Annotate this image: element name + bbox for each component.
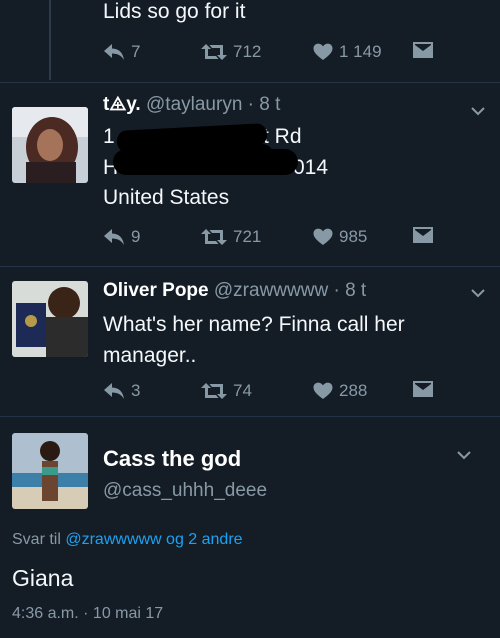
display-name[interactable]: t⨹y.	[103, 94, 141, 115]
reply-prefix: Svar til	[12, 531, 61, 548]
like-button[interactable]: 985	[313, 227, 367, 247]
like-count: 985	[339, 227, 368, 246]
avatar[interactable]	[12, 107, 88, 183]
retweet-icon	[201, 229, 227, 245]
reply-button[interactable]: 7	[103, 42, 140, 62]
display-name[interactable]: Oliver Pope	[103, 280, 209, 301]
tweet-text: Lids so go for it	[103, 0, 246, 23]
heart-icon	[313, 228, 333, 245]
reply-count: 9	[131, 227, 141, 246]
retweet-icon	[201, 44, 227, 60]
reply-icon	[104, 383, 124, 399]
tweet-header: Oliver Pope @zrawwwww · 8 t	[103, 279, 366, 303]
direct-message-button[interactable]	[413, 42, 433, 58]
chevron-down-icon[interactable]	[470, 285, 486, 301]
avatar[interactable]	[12, 433, 88, 509]
username[interactable]: @zrawwwww	[214, 280, 328, 301]
retweet-count: 721	[233, 227, 262, 246]
like-count: 1 149	[339, 42, 382, 61]
tweet-time: · 8 t	[247, 94, 281, 115]
tweet-oliver-pope[interactable]: Oliver Pope @zrawwwww · 8 t What's her n…	[0, 266, 500, 417]
heart-icon	[313, 43, 333, 60]
tweet-text: 1 t Rd H 014	[103, 121, 483, 183]
tweet-text: Giana	[12, 565, 74, 591]
direct-message-button[interactable]	[413, 227, 433, 243]
retweet-count: 74	[233, 381, 252, 400]
reply-count: 3	[131, 381, 141, 400]
heart-icon	[313, 382, 333, 399]
like-count: 288	[339, 381, 368, 400]
direct-message-button[interactable]	[413, 381, 433, 397]
display-name[interactable]: Cass the god	[103, 447, 241, 471]
tweet-text: United States	[103, 186, 230, 209]
tweet-header: t⨹y. @taylauryn · 8 t	[103, 93, 280, 117]
reply-context: Svar til @zrawwwww og 2 andre	[12, 531, 243, 549]
tweet-actions: 7 712 1 149	[103, 42, 443, 66]
retweet-icon	[201, 383, 227, 399]
chevron-down-icon[interactable]	[470, 103, 486, 119]
chevron-down-icon[interactable]	[456, 447, 472, 463]
like-button[interactable]: 288	[313, 381, 367, 401]
like-button[interactable]: 1 149	[313, 42, 382, 62]
address-fragment: 1	[103, 125, 115, 148]
envelope-icon	[413, 381, 433, 397]
reply-button[interactable]: 3	[103, 381, 140, 401]
retweet-button[interactable]: 721	[201, 227, 261, 247]
tweet-taylauryn[interactable]: t⨹y. @taylauryn · 8 t 1 t Rd H 014 Unite…	[0, 82, 500, 267]
username[interactable]: @taylauryn	[146, 94, 242, 115]
reply-button[interactable]: 9	[103, 227, 140, 247]
tweet-time: · 8 t	[333, 280, 367, 301]
tweet-cass-focused[interactable]: Cass the god @cass_uhhh_deee Svar til @z…	[0, 416, 500, 638]
envelope-icon	[413, 227, 433, 243]
envelope-icon	[413, 42, 433, 58]
thread-line	[49, 0, 51, 80]
reply-icon	[104, 44, 124, 60]
retweet-button[interactable]: 74	[201, 381, 252, 401]
retweet-count: 712	[233, 42, 262, 61]
tweet-actions: 3 74 288	[103, 381, 443, 405]
tweet-timestamp[interactable]: 4:36 a.m. · 10 mai 17	[12, 605, 163, 623]
reply-icon	[104, 229, 124, 245]
retweet-button[interactable]: 712	[201, 42, 261, 62]
reply-count: 7	[131, 42, 141, 61]
tweet-text: What's her name? Finna call her manager.…	[103, 313, 405, 367]
username[interactable]: @cass_uhhh_deee	[103, 479, 267, 503]
reply-recipients-link[interactable]: @zrawwwww og 2 andre	[65, 531, 242, 548]
avatar[interactable]	[12, 281, 88, 357]
tweet-actions: 9 721 985	[103, 227, 443, 251]
address-fragment: 014	[293, 156, 329, 179]
